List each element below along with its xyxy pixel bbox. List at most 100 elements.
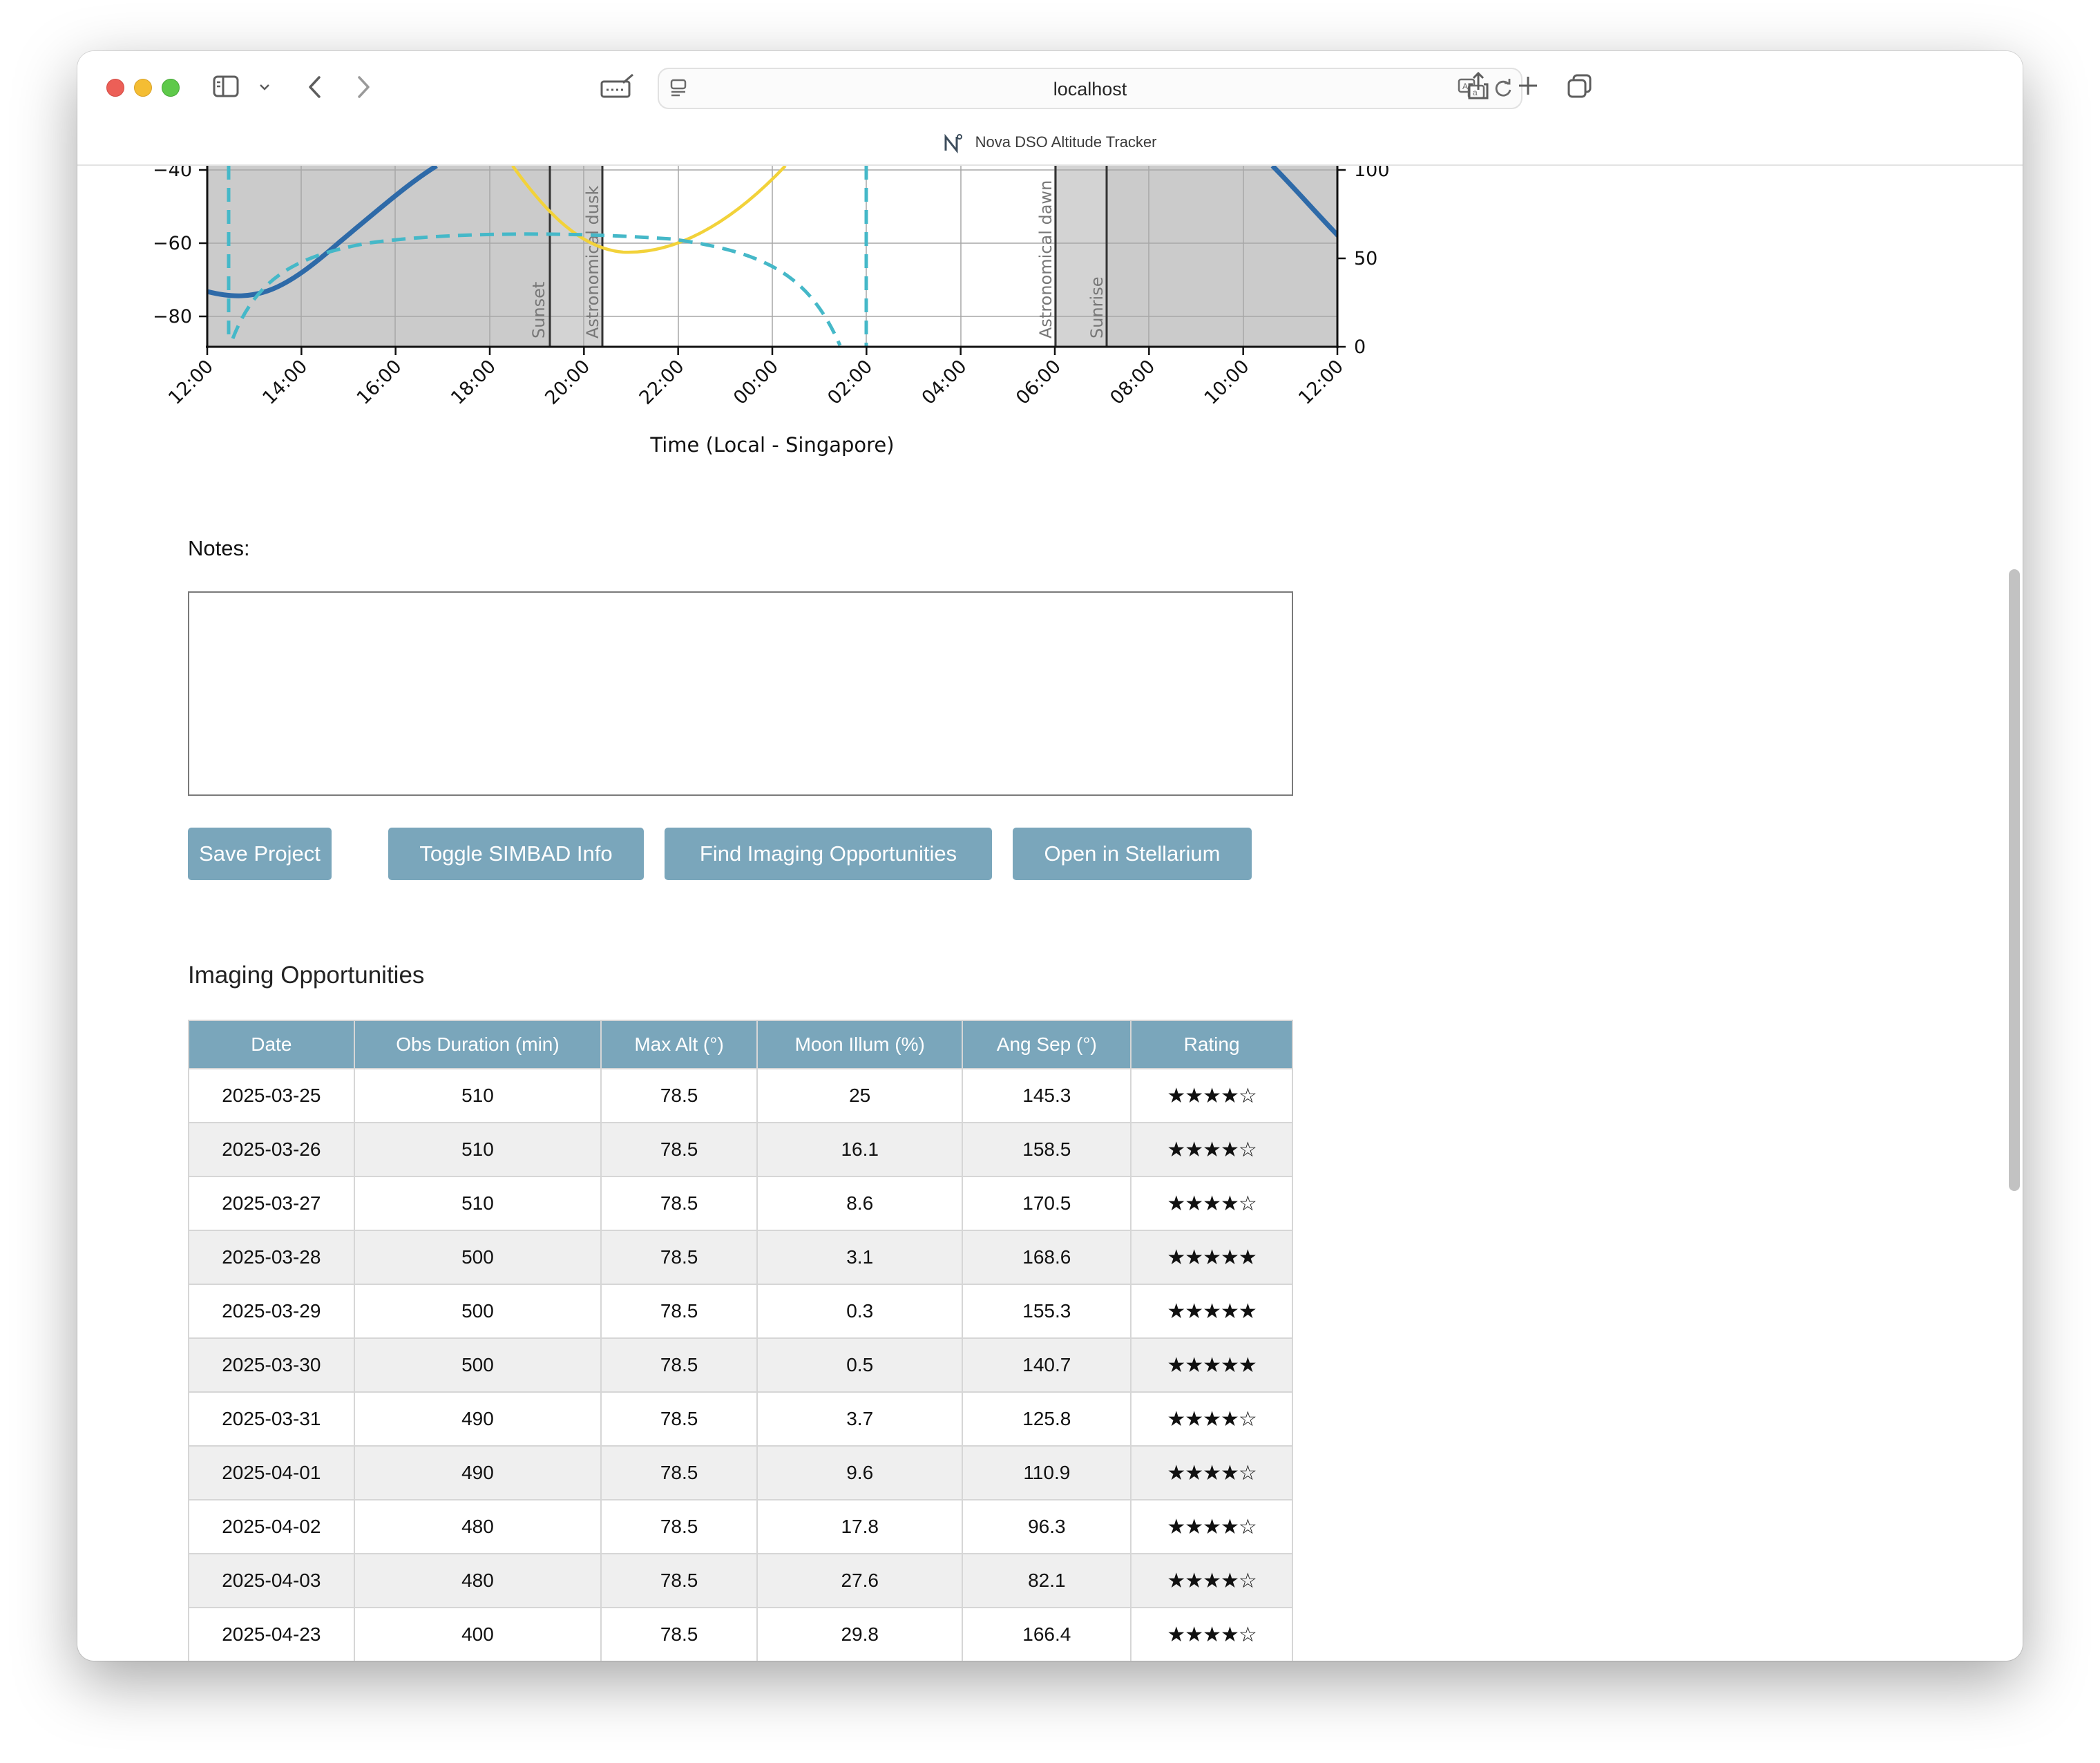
y2-tick-label: 0 [1354,336,1366,358]
event-label-sunrise: Sunrise [1087,277,1107,339]
x-tick-label: 18:00 [447,356,500,409]
cell-date: 2025-03-27 [188,1176,355,1231]
x-tick-label: 10:00 [1201,356,1254,409]
cell-date: 2025-04-02 [188,1499,355,1554]
cell-date: 2025-04-01 [188,1445,355,1500]
y-tick-label: −40 [153,166,192,181]
altitude-chart: Sunset Astronomical dusk Astronomical da… [153,166,1390,457]
cell-max-alt: 78.5 [600,1445,758,1500]
opportunities-table: Date Obs Duration (min) Max Alt (°) Moon Il… [188,1020,1293,1661]
cell-ang-sep: 168.6 [962,1230,1132,1285]
table-row: 2025-04-01 490 78.5 9.6 110.9 ★★★★☆ [188,1445,1293,1500]
table-row: 2025-04-03 480 78.5 27.6 82.1 ★★★★☆ [188,1553,1293,1608]
cell-ang-sep: 82.1 [962,1553,1132,1608]
cell-rating: ★★★★★ [1130,1284,1293,1339]
table-row: 2025-03-30 500 78.5 0.5 140.7 ★★★★★ [188,1337,1293,1393]
zoom-window-button[interactable] [162,79,180,97]
notes-label: Notes: [188,536,250,560]
cell-obs-duration: 490 [353,1391,602,1447]
x-tick-label: 14:00 [258,356,312,409]
cell-rating: ★★★★★ [1130,1337,1293,1393]
cell-rating: ★★★★☆ [1130,1176,1293,1231]
tab-overview-icon[interactable] [1567,73,1593,99]
cell-obs-duration: 510 [353,1068,602,1123]
cell-rating: ★★★★☆ [1130,1607,1293,1661]
cell-rating: ★★★★☆ [1130,1445,1293,1500]
cell-obs-duration: 500 [353,1230,602,1285]
cell-ang-sep: 110.9 [962,1445,1132,1500]
cell-max-alt: 78.5 [600,1337,758,1393]
cell-date: 2025-03-29 [188,1284,355,1339]
cell-date: 2025-03-26 [188,1122,355,1177]
cell-rating: ★★★★☆ [1130,1391,1293,1447]
cell-date: 2025-03-25 [188,1068,355,1123]
cell-moon-illum: 0.5 [756,1337,964,1393]
table-header-row: Date Obs Duration (min) Max Alt (°) Moon Il… [188,1020,1293,1069]
page-content: Sunset Astronomical dusk Astronomical da… [77,166,2023,1661]
y2-tick-label: 50 [1354,248,1377,269]
cell-date: 2025-03-31 [188,1391,355,1447]
cell-moon-illum: 3.7 [756,1391,964,1447]
cell-obs-duration: 510 [353,1122,602,1177]
find-opportunities-button[interactable]: Find Imaging Opportunities [665,828,992,880]
cell-moon-illum: 16.1 [756,1122,964,1177]
event-label-sunset: Sunset [529,282,548,339]
reload-icon[interactable] [1492,77,1514,99]
open-stellarium-button[interactable]: Open in Stellarium [1013,828,1252,880]
column-header[interactable]: Moon Illum (%) [756,1020,964,1069]
cell-rating: ★★★★☆ [1130,1553,1293,1608]
column-header[interactable]: Max Alt (°) [600,1020,758,1069]
x-tick-label: 12:00 [164,356,218,409]
cell-ang-sep: 155.3 [962,1284,1132,1339]
url-text[interactable]: localhost [659,79,1521,100]
address-bar[interactable]: localhost A a [658,68,1522,109]
table-row: 2025-04-02 480 78.5 17.8 96.3 ★★★★☆ [188,1499,1293,1554]
cell-moon-illum: 17.8 [756,1499,964,1554]
cell-moon-illum: 27.6 [756,1553,964,1608]
cell-max-alt: 78.5 [600,1068,758,1123]
table-row: 2025-03-26 510 78.5 16.1 158.5 ★★★★☆ [188,1122,1293,1177]
cell-moon-illum: 0.3 [756,1284,964,1339]
browser-window: localhost A a Nova DSO Altitude Tracker … [77,51,2023,1661]
cell-ang-sep: 170.5 [962,1176,1132,1231]
table-row: 2025-03-31 490 78.5 3.7 125.8 ★★★★☆ [188,1391,1293,1447]
nova-logo-icon [944,133,963,153]
table-row: 2025-03-29 500 78.5 0.3 155.3 ★★★★★ [188,1284,1293,1339]
cell-rating: ★★★★★ [1130,1230,1293,1285]
opportunities-title: Imaging Opportunities [188,962,425,989]
column-header[interactable]: Obs Duration (min) [353,1020,602,1069]
vertical-scrollbar[interactable] [2009,569,2020,1191]
share-icon[interactable] [1466,70,1491,101]
keyboard-pencil-icon[interactable] [600,73,636,101]
column-header[interactable]: Date [188,1020,355,1069]
active-tab[interactable]: Nova DSO Altitude Tracker [77,133,2023,153]
cell-date: 2025-03-30 [188,1337,355,1393]
save-project-button[interactable]: Save Project [188,828,332,880]
notes-textarea[interactable] [188,591,1293,796]
event-label-astronomical-dusk: Astronomical dusk [583,186,602,339]
cell-rating: ★★★★☆ [1130,1499,1293,1554]
column-header[interactable]: Ang Sep (°) [962,1020,1132,1069]
column-header[interactable]: Rating [1130,1020,1293,1069]
cell-obs-duration: 400 [353,1607,602,1661]
back-icon[interactable] [307,75,323,99]
new-tab-icon[interactable] [1517,75,1539,97]
cell-max-alt: 78.5 [600,1553,758,1608]
cell-rating: ★★★★☆ [1130,1068,1293,1123]
x-tick-label: 12:00 [1295,356,1348,409]
cell-ang-sep: 158.5 [962,1122,1132,1177]
x-axis-label: Time (Local - Singapore) [649,433,894,457]
forward-icon[interactable] [355,75,372,99]
close-window-button[interactable] [106,79,124,97]
chevron-down-icon[interactable] [258,83,271,91]
sidebar-icon[interactable] [213,75,240,98]
toggle-simbad-button[interactable]: Toggle SIMBAD Info [388,828,644,880]
table-row: 2025-03-28 500 78.5 3.1 168.6 ★★★★★ [188,1230,1293,1285]
cell-rating: ★★★★☆ [1130,1122,1293,1177]
cell-ang-sep: 140.7 [962,1337,1132,1393]
cell-max-alt: 78.5 [600,1391,758,1447]
y2-tick-label: 100 [1354,166,1390,181]
minimize-window-button[interactable] [134,79,152,97]
x-tick-label: 22:00 [636,356,689,409]
shade-region [1107,166,1337,347]
